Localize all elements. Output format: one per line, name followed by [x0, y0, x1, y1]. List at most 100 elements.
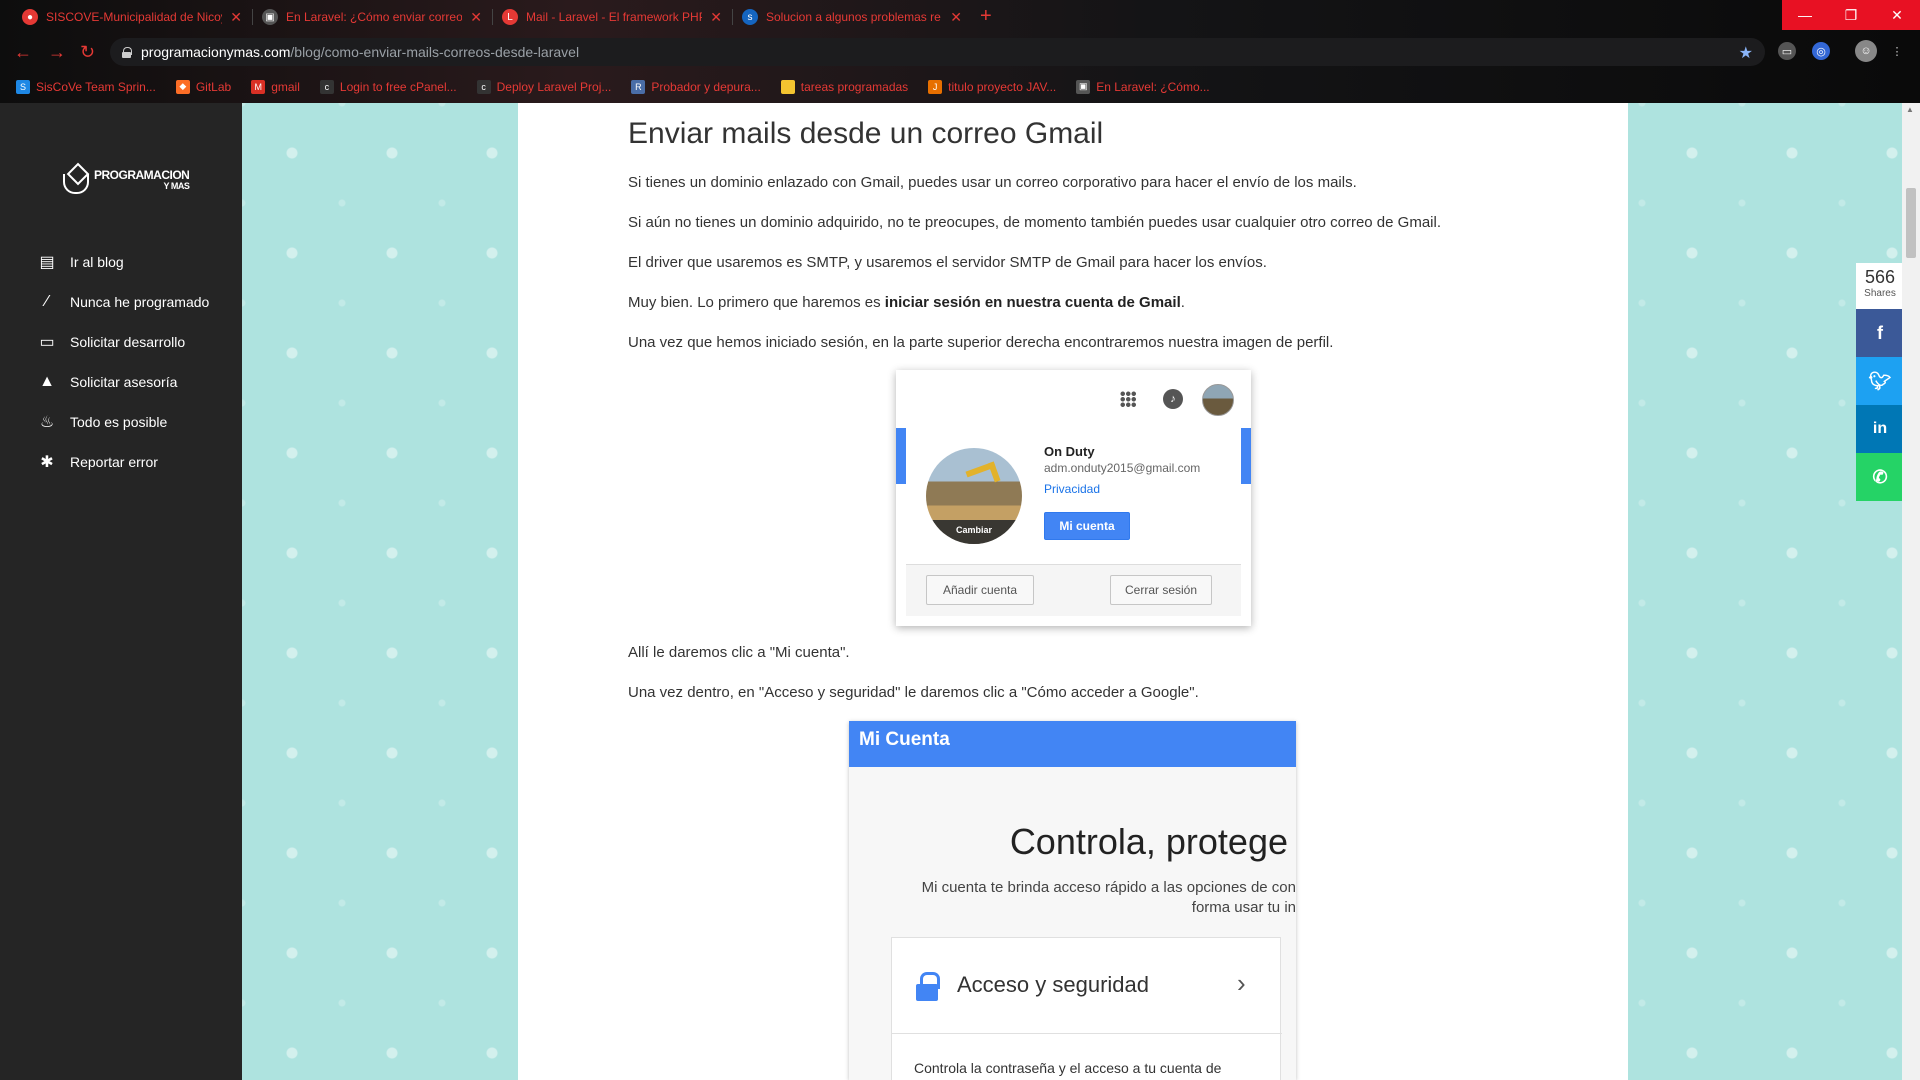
close-tab-icon[interactable]: ✕ [950, 9, 962, 26]
bookmark-label: Deploy Laravel Proj... [496, 79, 612, 94]
paragraph-text: . [1180, 294, 1185, 311]
reload-icon[interactable]: ↻ [80, 43, 95, 61]
sign-out-button: Cerrar sesión [1110, 575, 1212, 605]
whatsapp-share-button[interactable]: ✆ [1856, 453, 1904, 501]
site-logo[interactable]: PROGRAMACION Y MAS [60, 163, 200, 199]
paragraph: Una vez que hemos iniciado sesión, en la… [628, 334, 1334, 351]
bookmark-label: SisCoVe Team Sprin... [36, 79, 156, 94]
menu-kebab-icon[interactable]: ⋮ [1888, 42, 1906, 60]
forward-arrow-icon[interactable]: → [48, 43, 66, 61]
bookmark-label: gmail [271, 79, 300, 94]
siscove-icon: ● [22, 9, 38, 25]
tab-solucion[interactable]: s Solucion a algunos problemas re ✕ [732, 0, 972, 34]
sidebar-item-blog[interactable]: ▤ Ir al blog [36, 253, 124, 271]
bookmark-item[interactable]: Jtitulo proyecto JAV... [928, 79, 1057, 94]
mi-cuenta-header: Mi Cuenta [849, 721, 1296, 767]
privacy-link: Privacidad [1044, 482, 1101, 496]
new-tab-button[interactable]: + [980, 6, 992, 26]
account-name: On Duty [1044, 444, 1095, 459]
cast-icon[interactable]: ▭ [1778, 42, 1796, 60]
paragraph: Una vez dentro, en "Acceso y seguridad" … [628, 684, 1199, 701]
address-bar[interactable]: programacionymas.com/blog/como-enviar-ma… [110, 38, 1765, 66]
close-tab-icon[interactable]: ✕ [230, 9, 242, 26]
tab-siscove[interactable]: ● SISCOVE-Municipalidad de Nicoya ✕ [12, 0, 252, 34]
close-tab-icon[interactable]: ✕ [470, 9, 482, 26]
bookmark-star-icon[interactable]: ★ [1739, 43, 1753, 63]
bookmark-item[interactable]: tareas programadas [780, 79, 909, 94]
logo-text: PROGRAMACION Y MAS [94, 168, 190, 192]
linkedin-icon: in [1872, 420, 1888, 437]
bookmark-label: GitLab [195, 79, 232, 94]
sidebar-item-asesoria[interactable]: ▲ Solicitar asesoría [36, 373, 177, 391]
bookmark-label: tareas programadas [800, 79, 909, 94]
bookmark-item[interactable]: S SisCoVe Team Sprin... [16, 79, 156, 94]
logo-title: PROGRAMACION [94, 168, 190, 182]
tab-title: SISCOVE-Municipalidad de Nicoya [46, 10, 223, 24]
page-icon: ▣ [1076, 79, 1091, 94]
close-window-button[interactable]: ✕ [1874, 0, 1920, 30]
profile-avatar[interactable]: ☺ [1855, 40, 1877, 62]
divider [892, 1033, 1282, 1034]
scrum-icon: S [16, 79, 30, 94]
scrollbar-thumb[interactable] [1906, 188, 1916, 258]
add-account-button: Añadir cuenta [926, 575, 1034, 605]
bookmark-label: En Laravel: ¿Cómo... [1096, 79, 1210, 94]
logo-mark-icon [60, 166, 90, 196]
bookmark-item[interactable]: ◆ GitLab [175, 79, 232, 94]
page-icon: ▣ [262, 9, 278, 25]
google-account-popup-image: ♪ Cambiar On Duty adm.onduty2015@gmail.c… [896, 370, 1251, 626]
paragraph: Allí le daremos clic a "Mi cuenta". [628, 644, 850, 661]
sidebar-item-nunca[interactable]: ⁄ Nunca he programado [36, 293, 210, 311]
paragraph: El driver que usaremos es SMTP, y usarem… [628, 254, 1267, 271]
book-icon: ▤ [39, 254, 55, 271]
linkedin-share-button[interactable]: in [1856, 405, 1904, 453]
security-card: Acceso y seguridad › Controla la contras… [891, 937, 1282, 1080]
share-count: 566 [1864, 267, 1896, 287]
bookmark-item[interactable]: R Probador y depura... [631, 79, 761, 94]
my-account-button: Mi cuenta [1044, 512, 1130, 540]
folder-icon [780, 79, 795, 94]
cpanel-icon: c [319, 79, 334, 94]
mi-cuenta-subtitle: forma usar tu in [1191, 899, 1296, 916]
security-card-title: Acceso y seguridad [957, 972, 1149, 997]
bug-icon: ✱ [40, 454, 54, 471]
tab-title: Solucion a algunos problemas re [766, 10, 941, 24]
laravel-icon: L [502, 9, 518, 25]
logo-subtitle: Y MAS [163, 181, 190, 191]
sidebar-item-label: Reportar error [70, 454, 158, 470]
excavator-shape [965, 461, 1001, 491]
close-tab-icon[interactable]: ✕ [710, 9, 722, 26]
bookmark-item[interactable]: c Login to free cPanel... [319, 79, 457, 94]
mi-cuenta-image: Mi Cuenta Controla, protege Mi cuenta te… [849, 721, 1296, 1080]
bookmark-item[interactable]: Mgmail [251, 79, 300, 94]
whatsapp-icon: ✆ [1872, 466, 1888, 487]
scroll-up-arrow-icon[interactable]: ▲ [1906, 105, 1914, 114]
extension-icon[interactable]: ◎ [1812, 42, 1830, 60]
back-arrow-icon[interactable]: ← [14, 43, 32, 61]
minimize-button[interactable]: — [1782, 0, 1828, 30]
sidebar-item-posible[interactable]: ♨ Todo es posible [36, 413, 167, 431]
twitter-share-button[interactable]: 🐦︎ [1856, 357, 1904, 405]
sidebar: PROGRAMACION Y MAS ▤ Ir al blog ⁄ Nunca he … [0, 103, 242, 1080]
sidebar-item-desarrollo[interactable]: ▭ Solicitar desarrollo [36, 333, 185, 351]
tab-laravel-mail[interactable]: L Mail - Laravel - El framework PHP ✕ [492, 0, 732, 34]
sidebar-item-error[interactable]: ✱ Reportar error [36, 453, 158, 471]
facebook-icon: f [1877, 322, 1883, 343]
bookmark-item[interactable]: c Deploy Laravel Proj... [476, 79, 612, 94]
sidebar-item-label: Nunca he programado [70, 294, 210, 310]
bookmark-item[interactable]: ▣ En Laravel: ¿Cómo... [1076, 79, 1210, 94]
tab-laravel-correos[interactable]: ▣ En Laravel: ¿Cómo enviar correos ✕ [252, 0, 492, 34]
chevron-right-icon: › [1237, 968, 1246, 998]
avatar [1202, 384, 1234, 416]
facebook-share-button[interactable]: f [1856, 309, 1904, 357]
sidebar-item-label: Ir al blog [70, 254, 124, 270]
restore-button[interactable]: ❐ [1828, 0, 1874, 30]
java-icon: J [928, 79, 943, 94]
twitter-icon: 🐦︎ [1868, 370, 1892, 391]
bookmark-label: titulo proyecto JAV... [948, 79, 1057, 94]
account-card: Cambiar On Duty adm.onduty2015@gmail.com… [906, 428, 1241, 564]
bookmark-label: Probador y depura... [651, 79, 761, 94]
tab-title: En Laravel: ¿Cómo enviar correos [286, 10, 463, 24]
fire-icon: ♨ [39, 414, 55, 431]
apps-grid-icon [1120, 391, 1136, 407]
